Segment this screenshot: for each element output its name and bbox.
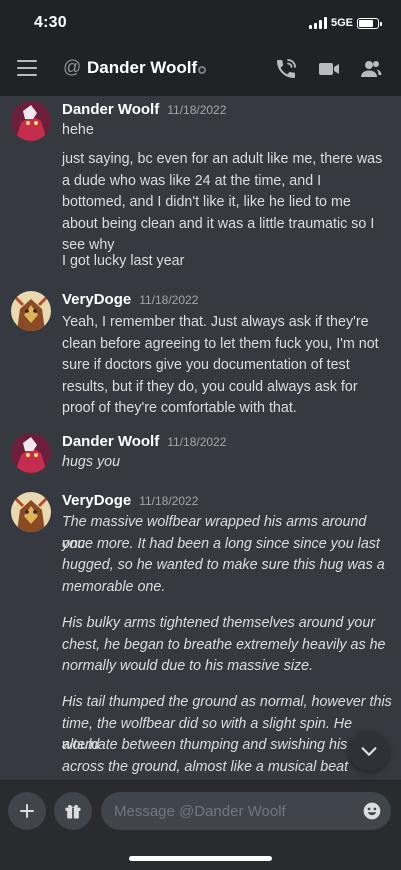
message-author[interactable]: Dander Woolf 11/18/2022 [62, 433, 226, 450]
author-name[interactable]: VeryDoge [62, 291, 131, 308]
message-text: results, but if they do, you could alway… [62, 378, 358, 395]
message-input[interactable] [114, 792, 354, 830]
message-input-container[interactable] [101, 792, 391, 830]
jump-to-bottom-button[interactable] [349, 731, 389, 771]
gift-button[interactable] [54, 792, 92, 830]
message-timestamp: 11/18/2022 [167, 435, 227, 449]
gift-icon [65, 804, 81, 819]
avatar[interactable] [11, 291, 51, 331]
message-text: hugged, so he wanted to make sure this h… [62, 557, 385, 573]
offline-status-icon [198, 66, 206, 74]
message-author[interactable]: Dander Woolf 11/18/2022 [62, 101, 226, 118]
message-text: proof of they're comfortable with that. [62, 400, 297, 416]
signal-icon [308, 17, 327, 29]
battery-icon [357, 17, 382, 29]
message-text: a dude who was like 24 at the time, and … [62, 172, 322, 189]
message-text: His tail thumped the ground as normal, h… [62, 694, 392, 710]
message-text: across the ground, almost like a musical… [62, 758, 349, 775]
network-type: 5GE [330, 17, 353, 29]
channel-title[interactable]: Dander Woolf [87, 58, 197, 78]
message-text: sure if doctors give you documentation o… [62, 357, 350, 373]
message-text: alternate between thumping and swishing … [62, 737, 370, 753]
message-text: normally would due to his massive size. [62, 658, 314, 674]
message-text: about being clean and it was a little tr… [62, 215, 375, 232]
message-text: hugs you [62, 454, 121, 470]
avatar[interactable] [11, 101, 51, 141]
plus-icon [20, 804, 34, 818]
message-text: bottomed, and I didn't like it, like he … [62, 194, 351, 210]
status-time: 4:30 [34, 14, 67, 31]
message-author[interactable]: VeryDoge 11/18/2022 [62, 291, 198, 308]
emoji-icon[interactable] [362, 801, 382, 821]
message-text: hehe [62, 122, 94, 138]
author-name[interactable]: Dander Woolf [62, 433, 159, 450]
members-icon[interactable] [359, 57, 383, 81]
author-name[interactable]: Dander Woolf [62, 101, 159, 118]
hamburger-menu-icon[interactable] [17, 60, 37, 76]
message-author[interactable]: VeryDoge 11/18/2022 [62, 492, 198, 509]
bottom-safe-area [0, 840, 401, 870]
home-indicator[interactable] [129, 856, 272, 861]
chevron-down-icon [361, 747, 377, 756]
message-text: chest, he began to breathe extremely hea… [62, 636, 386, 653]
author-name[interactable]: VeryDoge [62, 492, 131, 509]
message-text: I got lucky last year [62, 253, 185, 269]
message-timestamp: 11/18/2022 [167, 103, 227, 117]
message-text: just saying, bc even for an adult like m… [62, 151, 383, 167]
message-text: clean before agreeing to let them fuck y… [62, 335, 379, 352]
status-indicators: 5GE [308, 17, 382, 29]
message-text: His bulky arms tightened themselves arou… [62, 615, 376, 631]
message-timestamp: 11/18/2022 [139, 293, 199, 307]
message-composer [0, 780, 401, 840]
message-text: Yeah, I remember that. Just always ask i… [62, 314, 369, 330]
video-camera-icon[interactable] [317, 57, 341, 81]
add-attachment-button[interactable] [8, 792, 46, 830]
avatar[interactable] [11, 492, 51, 532]
avatar[interactable] [11, 433, 51, 473]
message-list[interactable]: Dander Woolf 11/18/2022 hehe just saying,… [0, 96, 401, 780]
status-bar: 4:30 5GE [0, 0, 401, 46]
at-icon: @ [63, 57, 82, 77]
message-text: once more. It had been a long since sinc… [62, 535, 380, 552]
message-timestamp: 11/18/2022 [139, 494, 199, 508]
message-text: memorable one. [62, 578, 166, 595]
channel-header: @ Dander Woolf [0, 46, 401, 92]
phone-call-icon[interactable] [274, 57, 298, 81]
